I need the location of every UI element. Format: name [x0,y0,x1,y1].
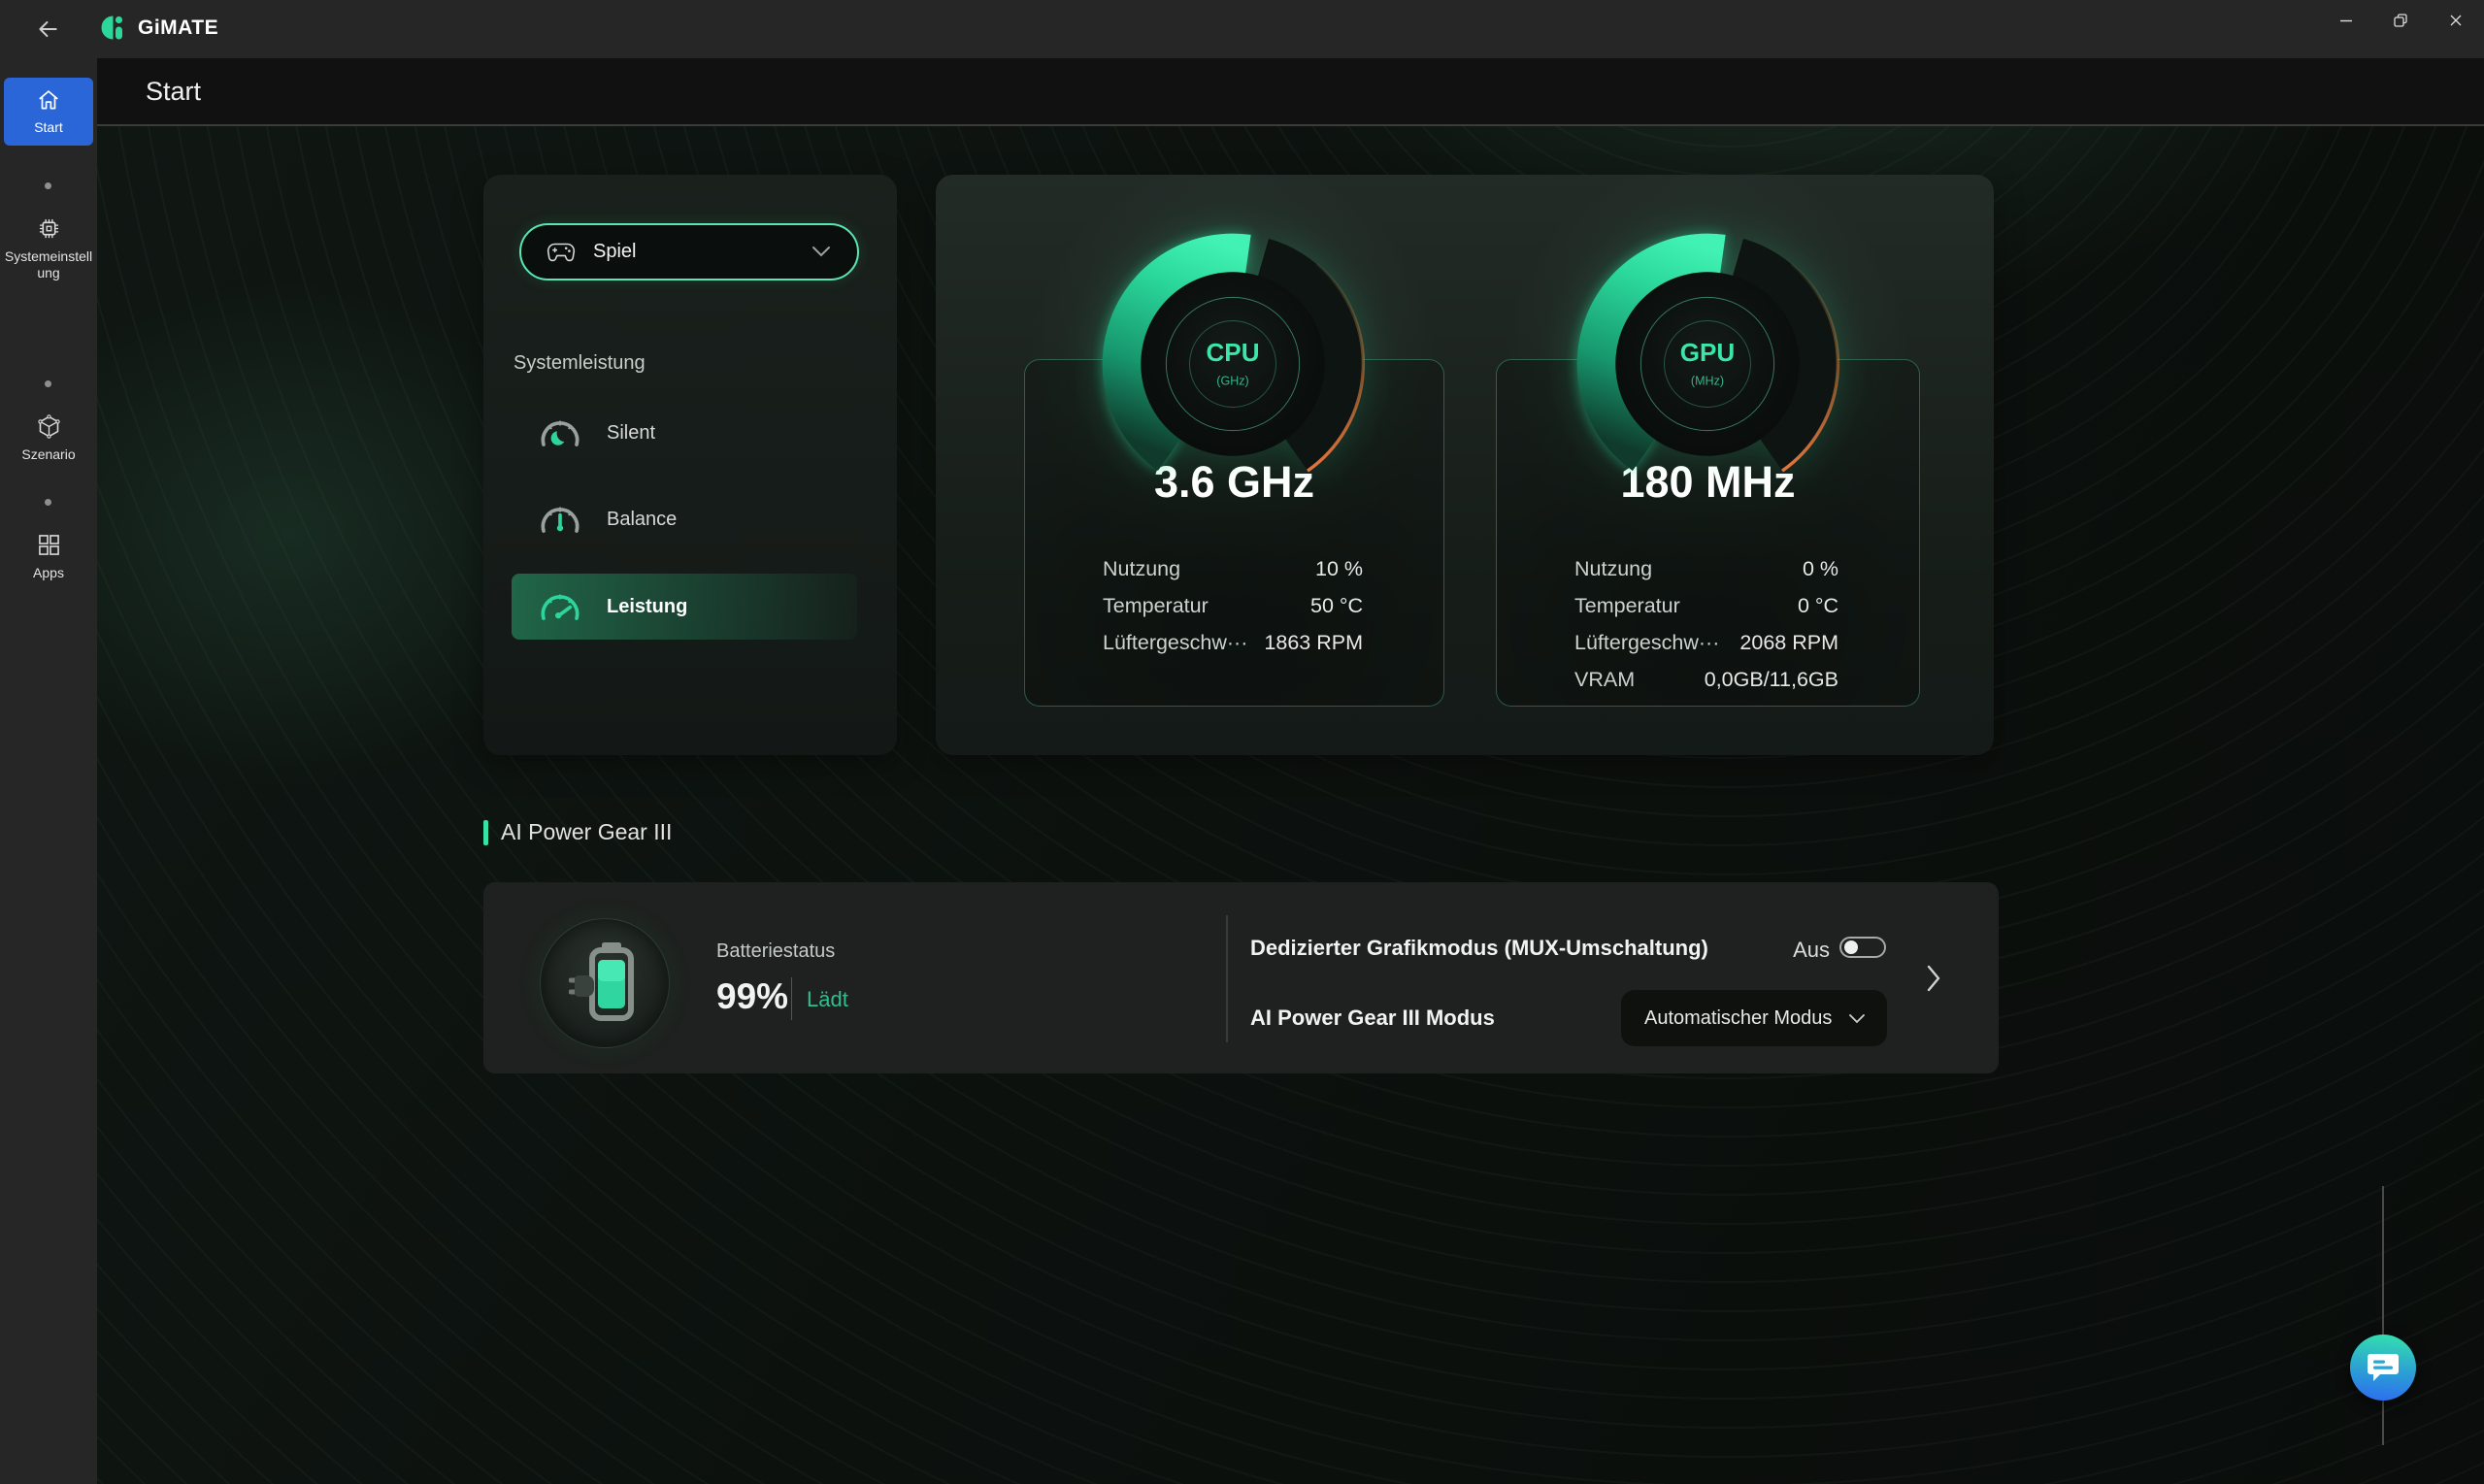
gauge-unit: (MHz) [1691,374,1724,387]
restore-button[interactable] [2378,0,2423,41]
cpu-gauge: CPU (GHz) [1092,223,1374,505]
sidebar-item-label: Start [34,119,63,136]
profile-selector-label: Spiel [593,241,636,263]
stat-label: Temperatur [1103,594,1209,618]
battery-percent: 99% [716,976,788,1017]
sidebar-separator-dot [45,182,51,189]
home-icon [36,87,61,113]
mode-label: Silent [607,422,655,445]
gauge-unit: (GHz) [1216,374,1248,387]
stat-value: 10 % [1315,557,1363,581]
mode-row-silent[interactable]: Silent [512,405,857,461]
chevron-down-icon [811,245,832,258]
grid-icon [36,532,62,558]
mode-label: Balance [607,509,677,531]
title-bar: GiMATE [0,0,2484,58]
back-arrow-icon [35,16,60,42]
stat-value: 2068 RPM [1739,631,1838,655]
chat-widget-line [2382,1186,2384,1445]
minimize-button[interactable] [2324,0,2368,41]
mode-row-leistung[interactable]: Leistung [512,574,857,640]
sidebar-item-label: Szenario [21,446,75,463]
mode-label: Leistung [607,596,687,618]
close-button[interactable] [2434,0,2478,41]
sidebar-item-szenario[interactable]: Szenario [4,404,93,473]
restore-icon [2392,12,2409,29]
app-title: GiMATE [138,16,218,40]
chevron-right-icon [1926,964,1941,993]
gpu-stat-row: Lüftergeschw··· 2068 RPM [1574,624,1838,661]
battery-charging-icon [569,940,641,1026]
gpu-stat-row: Nutzung 0 % [1574,550,1838,587]
stat-value: 0,0GB/11,6GB [1705,668,1838,692]
gauge-high-icon [539,590,581,623]
stat-label: Lüftergeschw··· [1574,631,1719,655]
toggle-knob [1844,940,1858,954]
chip-icon [36,215,62,242]
sidebar-item-apps[interactable]: Apps [4,522,93,591]
gpu-stat-row: Temperatur 0 °C [1574,587,1838,624]
battery-status-label: Batteriestatus [716,940,835,963]
chat-button[interactable] [2350,1335,2416,1401]
battery-charging-state: Lädt [807,987,848,1012]
dropdown-selected-value: Automatischer Modus [1644,1007,1832,1030]
back-button[interactable] [25,8,70,50]
sidebar-item-start[interactable]: Start [4,78,93,146]
gauge-name: GPU [1680,338,1736,367]
sidebar: Start Systemeinstellung Szenario [0,58,97,1484]
ai-power-gear-title: AI Power Gear III [501,819,672,845]
gamepad-icon [546,242,576,263]
profile-selector-dropdown[interactable]: Spiel [519,223,859,280]
power-gear-detail-button[interactable] [1926,964,1941,993]
chat-bubble-icon [2367,1352,2400,1383]
gpu-stat-row: VRAM 0,0GB/11,6GB [1574,661,1838,698]
sidebar-separator-dot [45,499,51,506]
stat-value: 0 % [1803,557,1838,581]
systemleistung-label: Systemleistung [513,352,646,375]
mux-switch-label: Dedizierter Grafikmodus (MUX-Umschaltung… [1250,936,1708,961]
cube-icon [36,413,62,440]
gauge-moon-icon [539,416,581,449]
app-logo: GiMATE [100,15,218,41]
chevron-down-icon [1848,1013,1866,1024]
sidebar-item-systemeinstellung[interactable]: Systemeinstellung [4,206,93,291]
stat-label: Temperatur [1574,594,1680,618]
stat-label: Lüftergeschw··· [1103,631,1247,655]
mode-row-balance[interactable]: Balance [512,491,857,547]
battery-badge [540,918,670,1048]
gauge-mid-icon [539,503,581,536]
cpu-stat-row: Nutzung 10 % [1103,550,1363,587]
power-gear-mode-dropdown[interactable]: Automatischer Modus [1621,990,1887,1046]
card-vertical-separator [1226,915,1228,1042]
gimate-logo-icon [100,15,126,41]
page-body: Spiel Systemleistung Silent [97,126,2484,1484]
stat-value: 50 °C [1310,594,1363,618]
stat-value: 0 °C [1798,594,1838,618]
sidebar-separator-dot [45,380,51,387]
gimate-window: GiMATE Start [0,0,2484,1484]
monitor-panel: 3.6 GHz Nutzung 10 % Temperatur 50 °C Lü… [936,175,1994,755]
gpu-gauge: GPU (MHz) [1567,223,1848,505]
sidebar-item-label: Apps [33,565,64,581]
stat-value: 1863 RPM [1264,631,1363,655]
page-title: Start [146,77,201,107]
performance-panel: Spiel Systemleistung Silent [483,175,897,755]
battery-divider [791,977,792,1020]
ai-power-gear-heading: AI Power Gear III [483,819,672,845]
mux-toggle[interactable] [1839,937,1886,958]
stat-label: VRAM [1574,668,1635,692]
mux-state-text: Aus [1752,938,1830,963]
gauge-name: CPU [1206,338,1259,367]
close-icon [2447,12,2465,29]
heading-accent-bar [483,820,488,845]
cpu-stat-row: Temperatur 50 °C [1103,587,1363,624]
page-header: Start [97,58,2484,126]
cpu-stat-row: Lüftergeschw··· 1863 RPM [1103,624,1363,661]
sidebar-item-label: Systemeinstellung [4,248,93,281]
stat-label: Nutzung [1574,557,1652,581]
ai-power-gear-card: Batteriestatus 99% Lädt Dedizierter Graf… [483,882,1999,1073]
stat-label: Nutzung [1103,557,1180,581]
power-gear-mode-label: AI Power Gear III Modus [1250,1006,1495,1031]
minimize-icon [2337,12,2355,29]
